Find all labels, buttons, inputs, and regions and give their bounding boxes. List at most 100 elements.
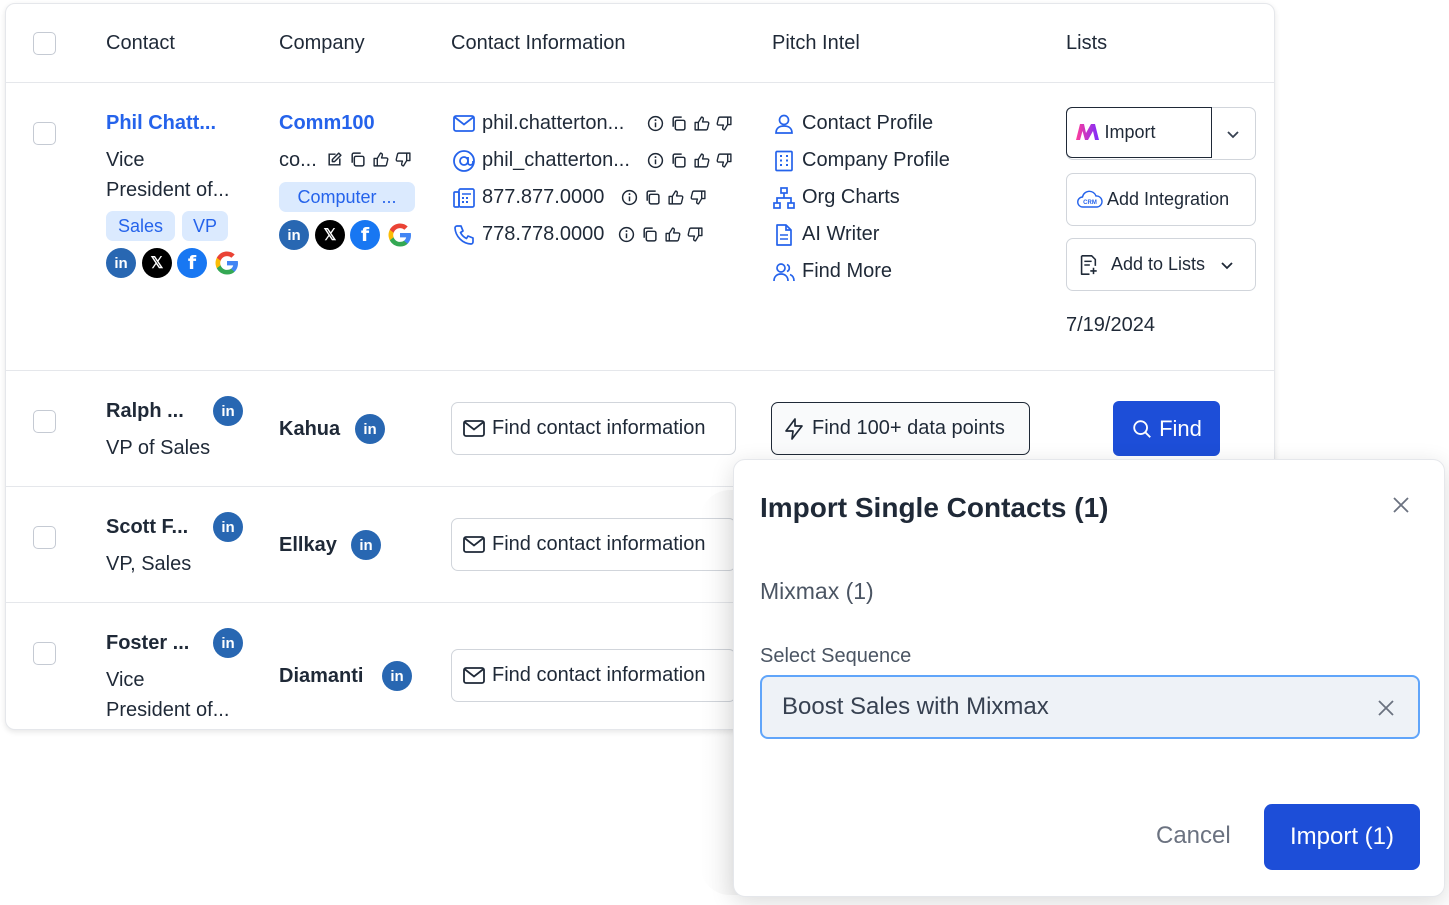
contact-title: VP of Sales <box>106 437 211 459</box>
row-checkbox[interactable] <box>33 122 56 145</box>
email-value: phil.chatterton... <box>482 112 625 134</box>
google-icon[interactable] <box>212 248 242 278</box>
thumbs-up-icon[interactable] <box>693 115 710 132</box>
find-contact-info-button[interactable]: Find contact information <box>451 402 736 455</box>
import-button-label: Import <box>1104 121 1156 142</box>
email-actions <box>647 115 733 132</box>
mixmax-logo-icon <box>1075 124 1099 140</box>
linkedin-icon[interactable]: in <box>213 396 243 426</box>
thumbs-up-icon[interactable] <box>372 151 389 168</box>
find-data-points-button[interactable]: Find 100+ data points <box>771 402 1030 455</box>
find-contact-info-label: Find contact information <box>492 417 706 439</box>
handle-actions <box>647 152 733 169</box>
linkedin-icon[interactable]: in <box>213 512 243 542</box>
company-actions <box>326 151 412 168</box>
close-icon[interactable] <box>1390 494 1412 516</box>
copy-icon[interactable] <box>644 189 661 206</box>
fax-value: 877.877.0000 <box>482 186 605 208</box>
document-icon <box>776 224 792 246</box>
thumbs-down-icon[interactable] <box>716 115 733 132</box>
company-name-link[interactable]: Comm100 <box>279 112 375 135</box>
thumbs-up-icon[interactable] <box>664 226 681 243</box>
copy-icon[interactable] <box>641 226 658 243</box>
import-button[interactable]: Import <box>1065 106 1212 158</box>
list-add-icon <box>1080 254 1097 275</box>
add-integration-button[interactable]: CRM Add Integration <box>1066 173 1256 226</box>
facebook-icon[interactable]: f <box>350 220 380 250</box>
modal-section-title: Mixmax (1) <box>760 578 874 604</box>
company-name[interactable]: Kahua <box>279 418 340 441</box>
info-icon[interactable] <box>618 226 635 243</box>
linkedin-icon[interactable]: in <box>351 530 381 560</box>
copy-icon[interactable] <box>349 151 366 168</box>
facebook-icon[interactable]: f <box>177 248 207 278</box>
google-icon[interactable] <box>385 220 415 250</box>
select-sequence-label: Select Sequence <box>760 645 912 667</box>
thumbs-down-icon[interactable] <box>687 226 704 243</box>
select-all-checkbox[interactable] <box>33 32 56 55</box>
linkedin-icon[interactable]: in <box>279 220 309 250</box>
user-icon <box>775 114 793 134</box>
x-icon[interactable]: 𝕏 <box>142 248 172 278</box>
pitch-company-profile[interactable]: Company Profile <box>802 149 950 172</box>
find-contact-info-button[interactable]: Find contact information <box>451 518 736 571</box>
copy-icon[interactable] <box>670 115 687 132</box>
clear-selection-icon[interactable] <box>1376 698 1396 718</box>
linkedin-icon[interactable]: in <box>106 248 136 278</box>
cancel-button[interactable]: Cancel <box>1156 822 1231 850</box>
pitch-contact-profile[interactable]: Contact Profile <box>802 112 933 135</box>
find-button-label: Find <box>1159 415 1202 441</box>
contact-name[interactable]: Ralph ... <box>106 400 184 423</box>
users-icon <box>773 263 795 282</box>
mail-icon <box>463 666 485 684</box>
x-icon[interactable]: 𝕏 <box>315 220 345 250</box>
list-date: 7/19/2024 <box>1066 314 1155 336</box>
thumbs-up-icon[interactable] <box>667 189 684 206</box>
contact-name[interactable]: Foster ... <box>106 632 189 655</box>
row-checkbox[interactable] <box>33 526 56 549</box>
org-chart-icon <box>773 187 795 209</box>
copy-icon[interactable] <box>670 152 687 169</box>
contact-title: Vice <box>106 669 145 691</box>
thumbs-down-icon[interactable] <box>716 152 733 169</box>
edit-icon[interactable] <box>326 151 343 168</box>
thumbs-up-icon[interactable] <box>693 152 710 169</box>
row-checkbox[interactable] <box>33 642 56 665</box>
contact-name[interactable]: Scott F... <box>106 516 188 539</box>
import-dropdown-toggle[interactable] <box>1212 108 1256 159</box>
phone-icon <box>454 225 474 245</box>
linkedin-icon[interactable]: in <box>382 661 412 691</box>
info-icon[interactable] <box>647 152 664 169</box>
info-icon[interactable] <box>621 189 638 206</box>
linkedin-icon[interactable]: in <box>213 628 243 658</box>
handle-value: phil_chatterton... <box>482 149 630 171</box>
company-name[interactable]: Diamanti <box>279 665 363 688</box>
pitch-ai-writer[interactable]: AI Writer <box>802 223 879 246</box>
contact-title: Vice <box>106 149 145 171</box>
pitch-find-more[interactable]: Find More <box>802 260 892 283</box>
contact-name-link[interactable]: Phil Chatt... <box>106 112 216 135</box>
thumbs-down-icon[interactable] <box>395 151 412 168</box>
modal-title: Import Single Contacts (1) <box>760 492 1109 523</box>
mail-icon <box>463 535 485 553</box>
thumbs-down-icon[interactable] <box>690 189 707 206</box>
add-integration-label: Add Integration <box>1107 189 1230 209</box>
chevron-down-icon <box>1221 261 1233 269</box>
add-to-lists-button[interactable]: Add to Lists <box>1066 238 1256 291</box>
linkedin-icon[interactable]: in <box>355 414 385 444</box>
header-pitch-intel: Pitch Intel <box>772 32 860 54</box>
import-contacts-modal: Import Single Contacts (1) Mixmax (1) Se… <box>733 459 1445 897</box>
pitch-org-charts[interactable]: Org Charts <box>802 186 900 209</box>
contact-title-cont: President of... <box>106 699 230 721</box>
find-contact-info-button[interactable]: Find contact information <box>451 649 736 702</box>
row-checkbox[interactable] <box>33 410 56 433</box>
info-icon[interactable] <box>647 115 664 132</box>
find-contact-info-label: Find contact information <box>492 664 706 686</box>
confirm-import-button[interactable]: Import (1) <box>1264 804 1420 870</box>
sequence-select[interactable]: Boost Sales with Mixmax <box>760 675 1420 739</box>
at-sign-icon <box>453 150 475 172</box>
lightning-icon <box>785 417 803 440</box>
find-button[interactable]: Find <box>1113 401 1220 456</box>
header-company: Company <box>279 32 365 54</box>
company-name[interactable]: Ellkay <box>279 534 337 557</box>
